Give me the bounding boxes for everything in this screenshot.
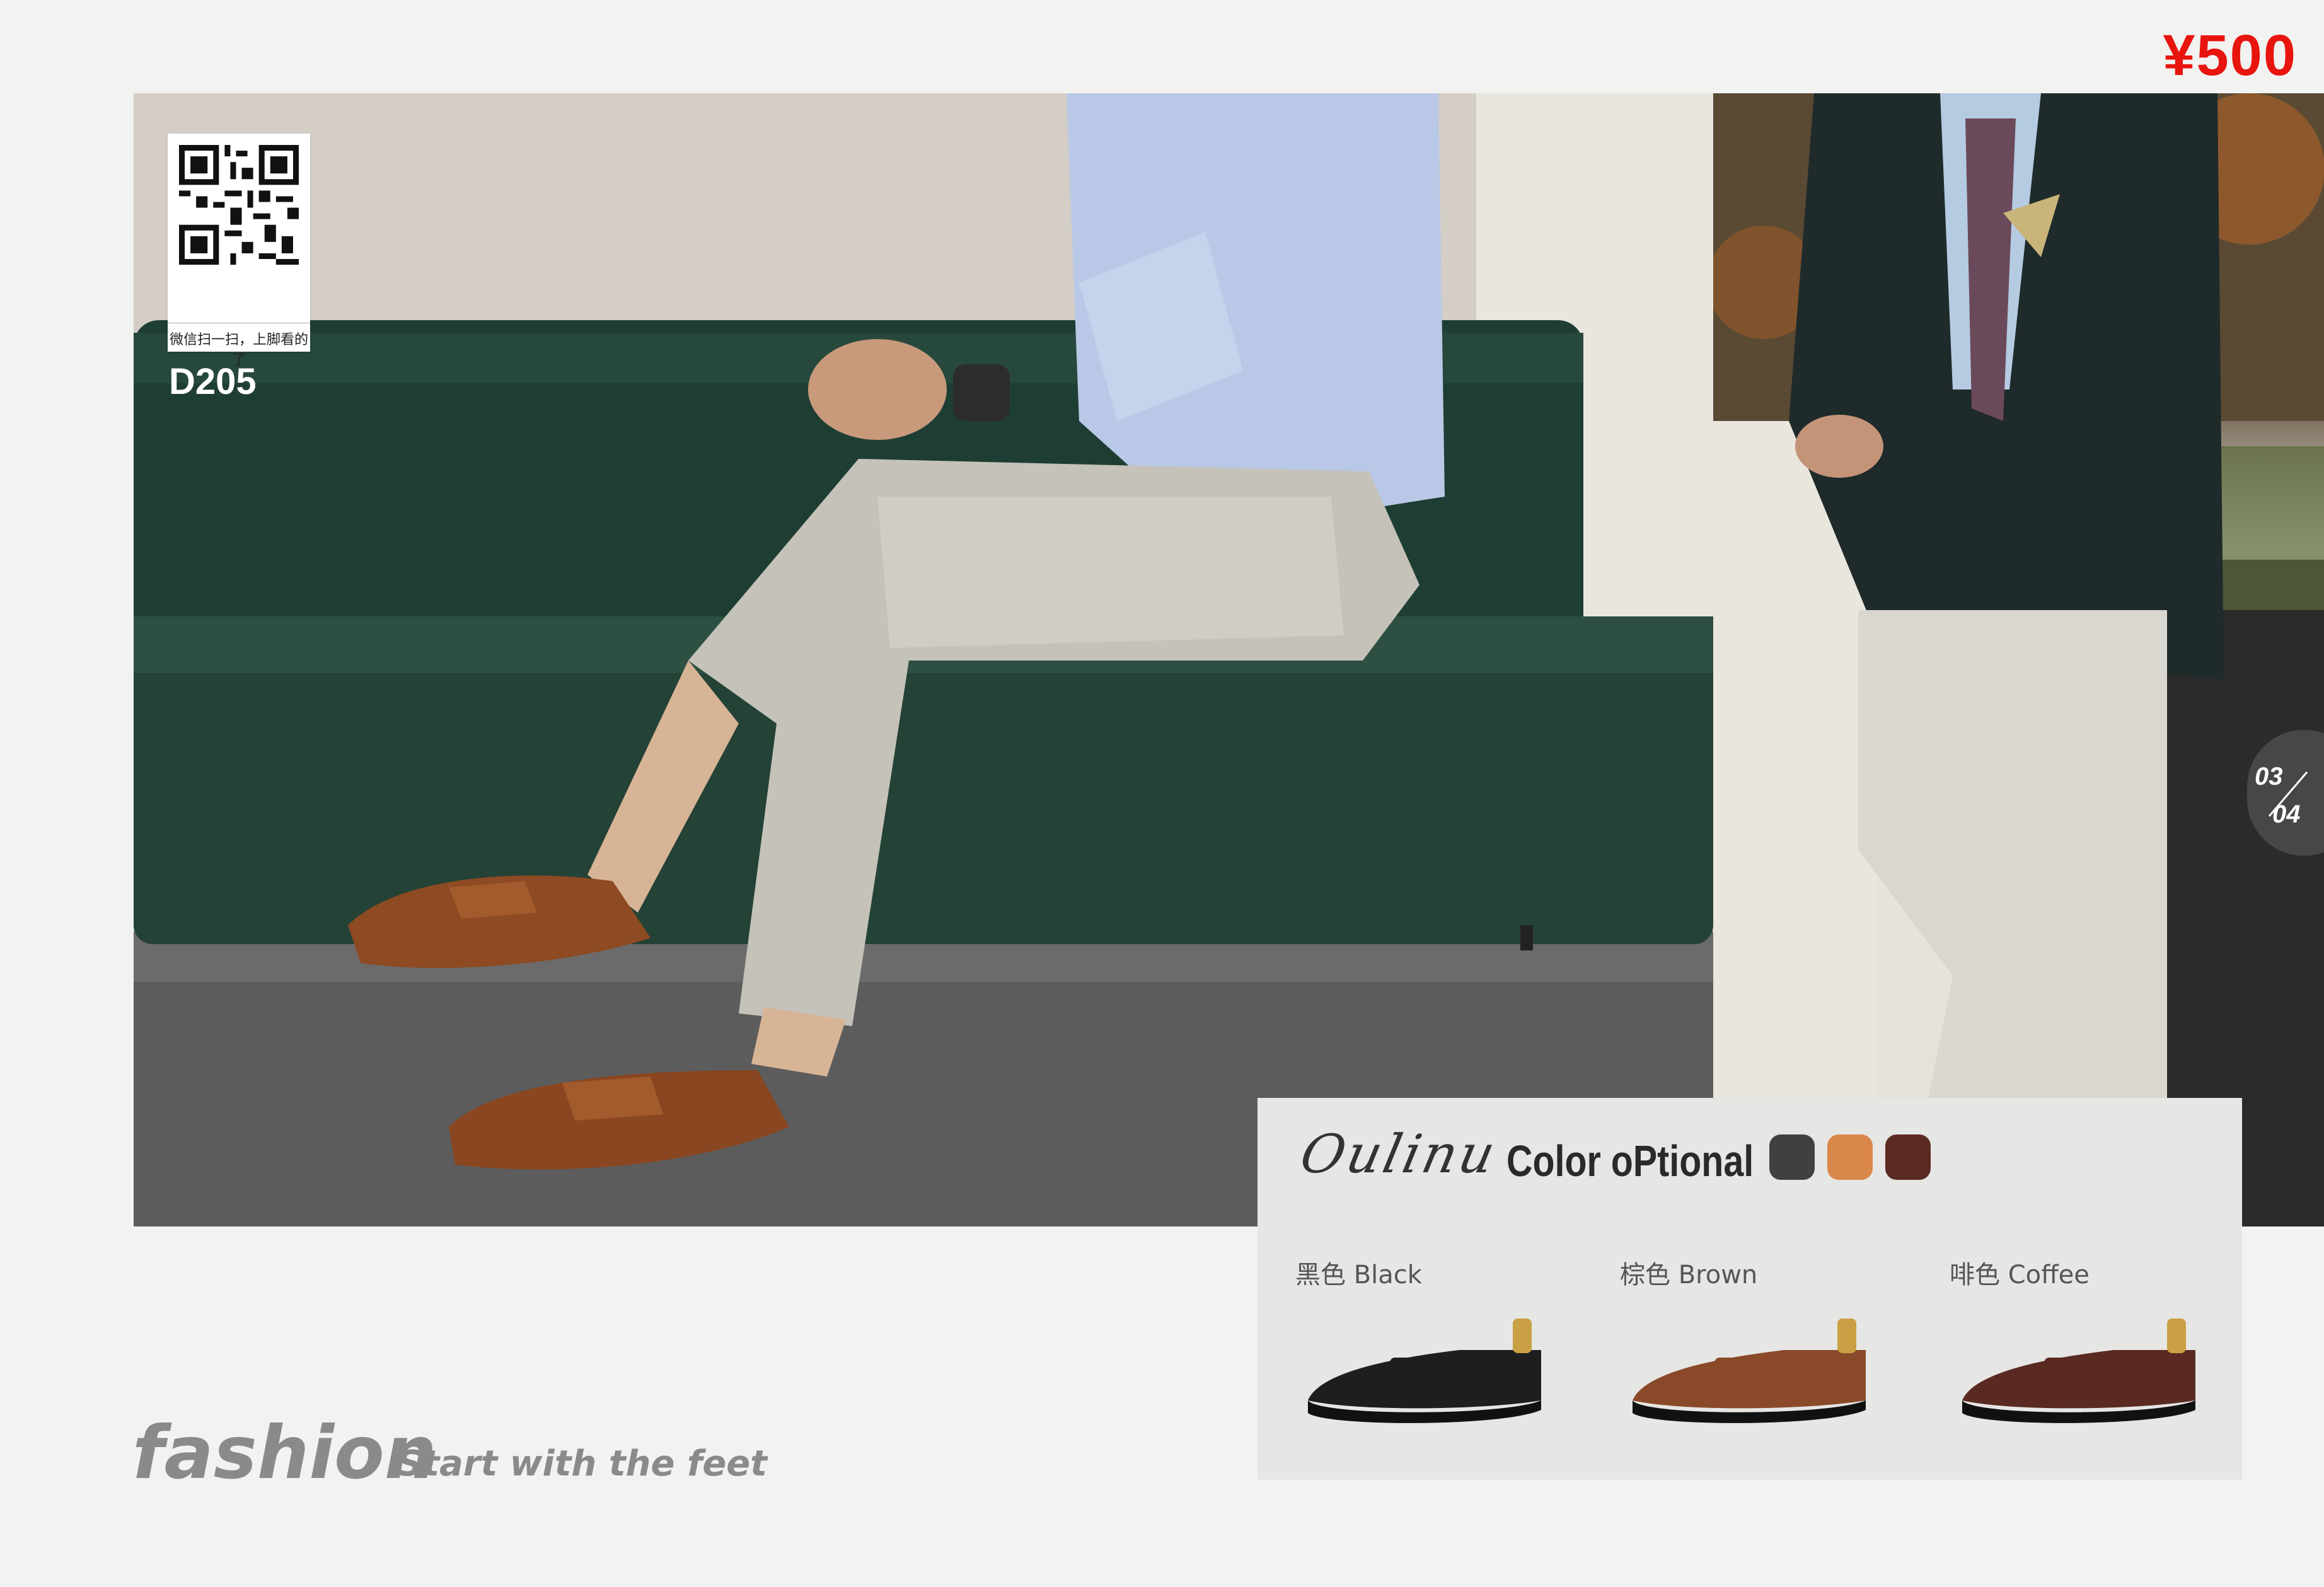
model-number: D205 <box>169 361 257 402</box>
price-tag: ¥500 <box>2163 23 2297 88</box>
lifestyle-side-photo <box>1713 93 2324 1226</box>
brand-logo: Oulinu <box>1295 1123 1503 1185</box>
seated-model-illustration <box>134 93 1713 1226</box>
shoe-coffee[interactable] <box>1950 1306 2202 1432</box>
color-options-panel: Oulinu Color oPtional 黑色 Black 棕色 Brown … <box>1257 1098 2242 1480</box>
variant-label-black: 黑色 Black <box>1295 1261 1422 1290</box>
swatch-coffee[interactable] <box>1885 1134 1931 1180</box>
variant-label-brown: 棕色 Brown <box>1620 1261 1758 1290</box>
swatch-brown[interactable] <box>1827 1134 1873 1180</box>
qr-code-card[interactable]: 微信扫一扫，上脚看的了 <box>168 134 310 367</box>
shoe-brown[interactable] <box>1620 1306 1872 1432</box>
swatch-black[interactable] <box>1769 1134 1815 1180</box>
page-total: 04 <box>2272 800 2301 828</box>
slogan-sub: Start with the feet <box>397 1443 768 1484</box>
main-product-photo <box>134 93 1713 1226</box>
slogan-main: fashion <box>132 1411 437 1496</box>
standing-model-illustration <box>1713 93 2324 1226</box>
variant-label-coffee: 啡色 Coffee <box>1950 1261 2090 1290</box>
color-options-title: Color oPtional <box>1506 1136 1754 1186</box>
page-current: 03 <box>2255 763 2283 790</box>
qr-code-image <box>179 145 299 265</box>
shoe-black[interactable] <box>1295 1306 1547 1432</box>
